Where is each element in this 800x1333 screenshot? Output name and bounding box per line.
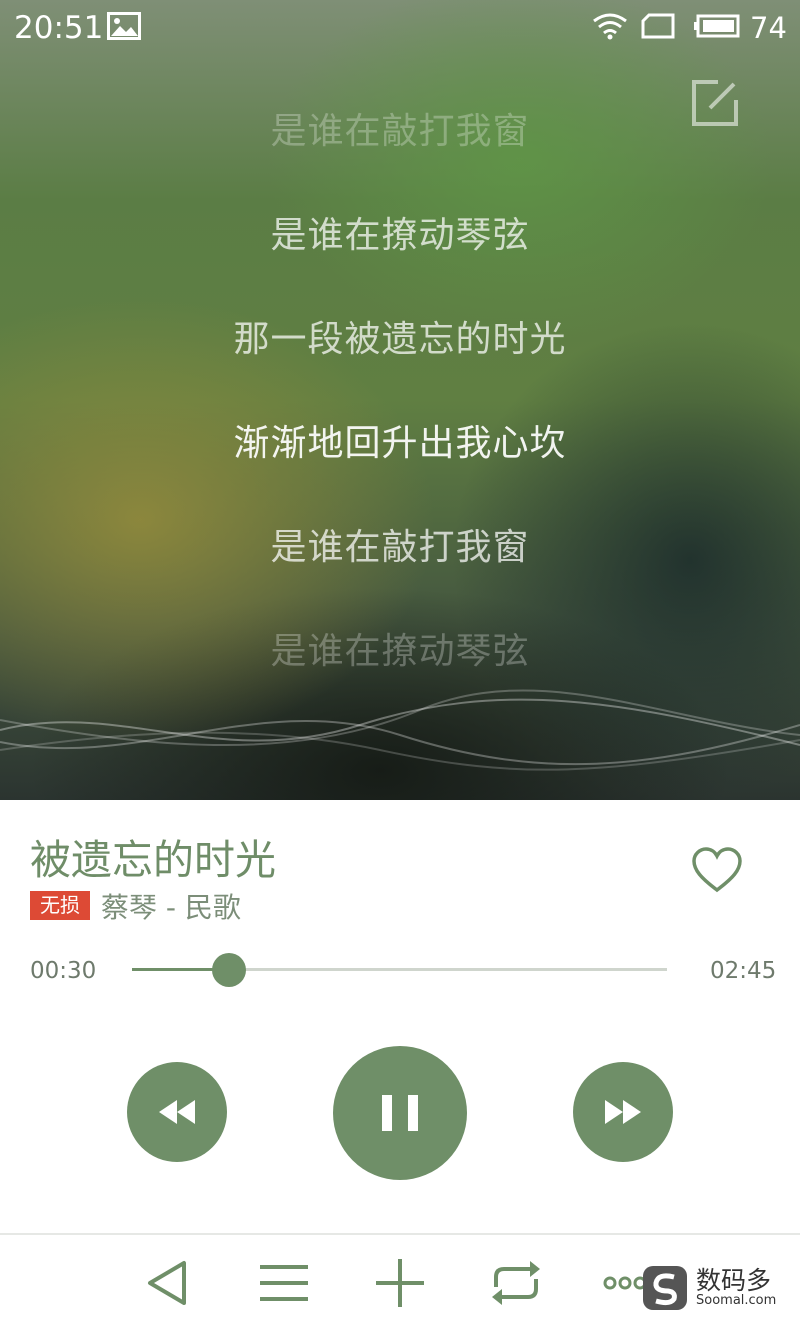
image-icon <box>107 12 141 40</box>
playlist-icon <box>260 1265 308 1301</box>
sim-icon <box>641 13 675 39</box>
soomal-logo-icon <box>643 1266 687 1310</box>
rewind-button[interactable] <box>127 1062 227 1162</box>
lyrics-background: 20:51 74 是谁在敲打我窗 是谁在撩动琴弦 那一段被遗忘的时光 渐渐地回升… <box>0 0 800 800</box>
sound-wave-decoration <box>0 689 800 771</box>
playlist-button[interactable] <box>254 1255 314 1311</box>
battery-percent: 74 <box>750 11 787 45</box>
back-button[interactable] <box>138 1255 198 1311</box>
fast-forward-button[interactable] <box>573 1062 673 1162</box>
heart-icon[interactable] <box>691 846 743 894</box>
status-time: 20:51 <box>14 10 104 46</box>
wifi-icon <box>593 13 627 40</box>
watermark: 数码多 Soomal.com <box>640 1263 800 1315</box>
current-time: 00:30 <box>30 958 97 984</box>
fast-forward-icon <box>605 1100 641 1124</box>
lyric-line-current: 渐渐地回升出我心坎 <box>233 423 567 464</box>
lyric-line: 那一段被遗忘的时光 <box>233 319 567 360</box>
lyric-line: 是谁在敲打我窗 <box>270 527 530 568</box>
song-title: 被遗忘的时光 <box>30 836 276 884</box>
battery-icon <box>694 14 740 38</box>
repeat-icon <box>492 1261 540 1305</box>
watermark-cn: 数码多 <box>696 1266 772 1295</box>
status-bar: 20:51 74 <box>0 0 800 56</box>
artist-album: 蔡琴 - 民歌 <box>101 891 241 924</box>
repeat-button[interactable] <box>486 1255 546 1311</box>
lyric-line: 是谁在敲打我窗 <box>270 111 530 152</box>
total-time: 02:45 <box>710 958 777 984</box>
back-icon <box>148 1261 186 1305</box>
progress-thumb[interactable] <box>212 953 247 987</box>
lossless-badge: 无损 <box>30 891 90 920</box>
watermark-en: Soomal.com <box>696 1293 777 1308</box>
rewind-icon <box>159 1100 195 1124</box>
add-button[interactable] <box>370 1255 430 1311</box>
add-icon <box>376 1259 424 1307</box>
pause-icon <box>382 1095 418 1131</box>
pause-button[interactable] <box>333 1046 467 1180</box>
lyric-line: 是谁在撩动琴弦 <box>270 215 530 256</box>
lyric-line: 是谁在撩动琴弦 <box>270 631 530 672</box>
